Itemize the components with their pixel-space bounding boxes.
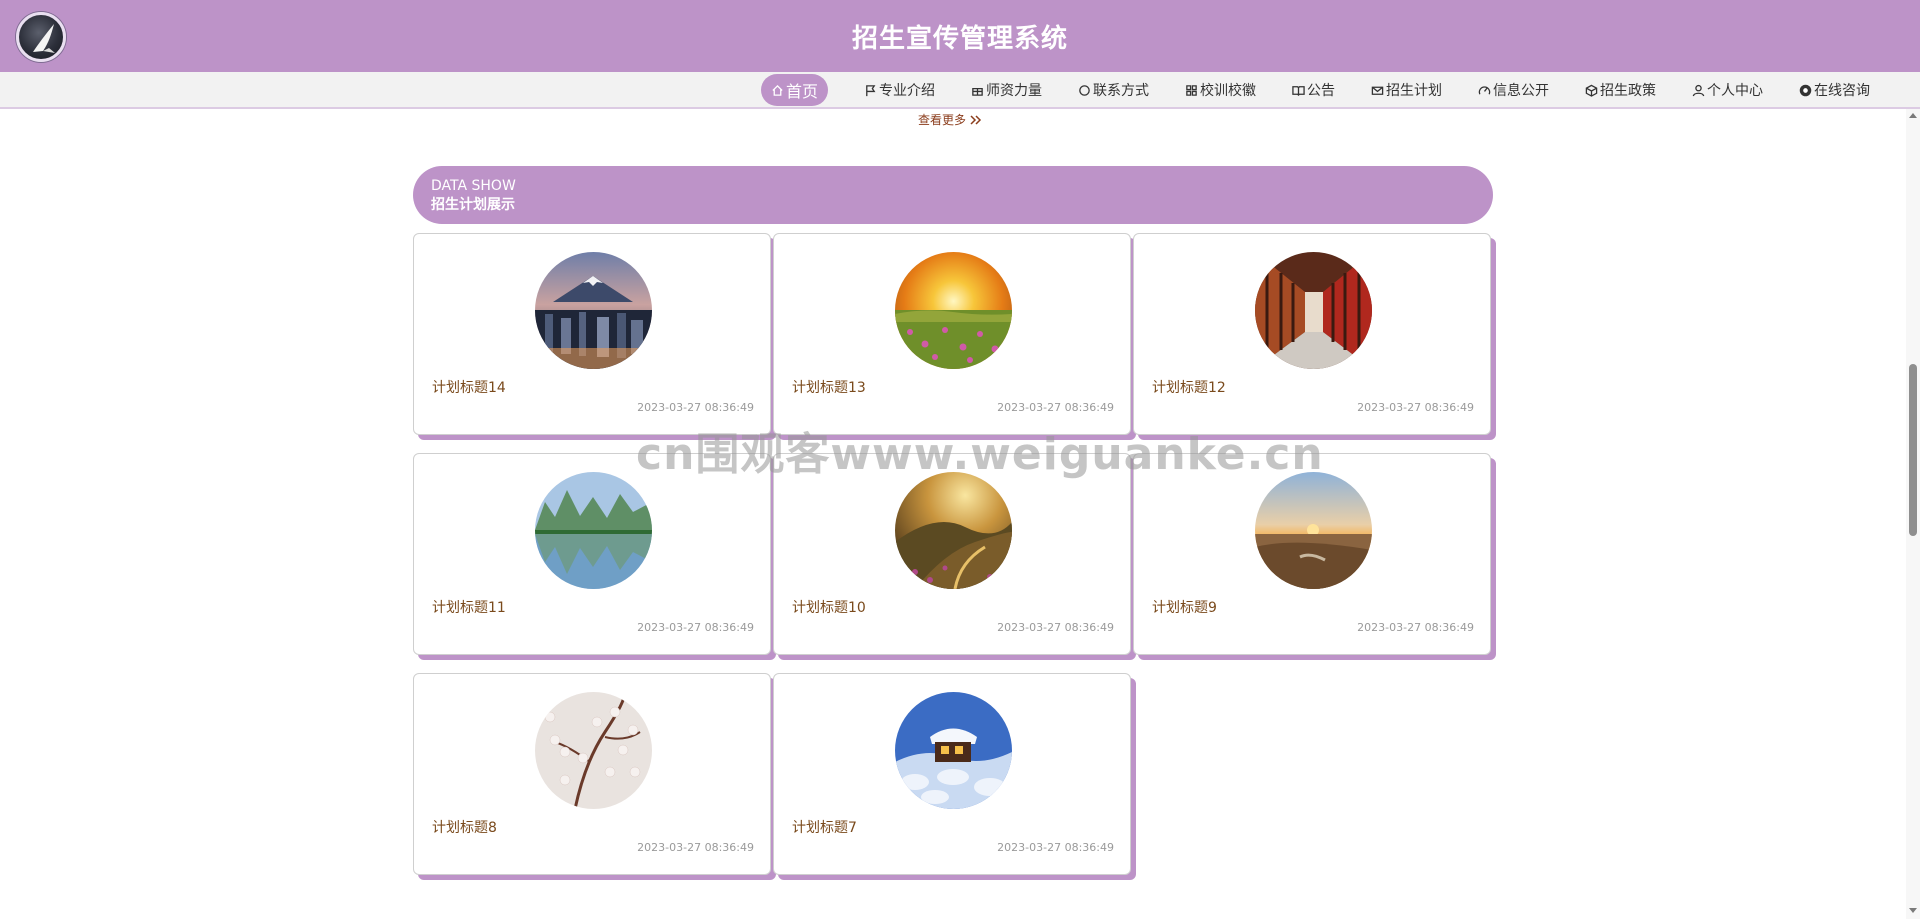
page-scrollbar[interactable] — [1906, 109, 1920, 919]
plan-title[interactable]: 计划标题11 — [432, 597, 506, 617]
plan-title[interactable]: 计划标题12 — [1152, 377, 1226, 397]
scroll-up-icon[interactable] — [1909, 113, 1917, 118]
flag-icon — [866, 84, 876, 96]
nav-label: 专业介绍 — [879, 83, 935, 99]
gift-icon — [972, 87, 983, 96]
corridor-image — [1255, 252, 1372, 369]
sunset-field-image — [895, 252, 1012, 369]
plan-title[interactable]: 计划标题7 — [792, 817, 857, 837]
gauge-icon — [1478, 85, 1491, 94]
grid-icon — [1186, 84, 1197, 96]
plan-time: 2023-03-27 08:36:49 — [637, 621, 754, 634]
nav-item-notice[interactable]: 公告 — [1286, 74, 1341, 106]
snow-cabin-image — [895, 692, 1012, 809]
plan-time: 2023-03-27 08:36:49 — [997, 621, 1114, 634]
plan-card[interactable]: 计划标题11 2023-03-27 08:36:49 — [413, 453, 771, 655]
plan-card[interactable]: 计划标题12 2023-03-27 08:36:49 — [1133, 233, 1491, 435]
section-title-cn: 招生计划展示 — [431, 197, 515, 213]
nav-label: 在线咨询 — [1814, 83, 1870, 99]
nav-label: 联系方式 — [1093, 83, 1149, 99]
scroll-down-icon[interactable] — [1909, 908, 1917, 913]
nav-label: 师资力量 — [986, 83, 1042, 99]
plan-card[interactable]: 计划标题9 2023-03-27 08:36:49 — [1133, 453, 1491, 655]
circle-icon — [1079, 84, 1090, 96]
nav-item-home[interactable]: 首页 — [760, 74, 828, 106]
nav-label: 首页 — [785, 82, 818, 101]
user-icon — [1692, 84, 1705, 96]
nav-menu: 首页 专业介绍 师资力量 联系方式 校训校徽 公告 招生计划 信息公开 招生政策… — [749, 72, 1888, 108]
double-chevron-right-icon — [970, 114, 982, 125]
nav-item-plan[interactable]: 招生计划 — [1365, 74, 1448, 106]
book-icon — [1292, 85, 1305, 96]
cube-icon — [1585, 84, 1598, 97]
nav-item-profile[interactable]: 个人中心 — [1686, 74, 1769, 106]
nav-label: 招生计划 — [1386, 83, 1442, 99]
plan-time: 2023-03-27 08:36:49 — [997, 841, 1114, 854]
plan-card[interactable]: 计划标题10 2023-03-27 08:36:49 — [773, 453, 1131, 655]
mail-icon — [1371, 86, 1384, 95]
plan-title[interactable]: 计划标题8 — [432, 817, 497, 837]
plan-thumbnail[interactable] — [895, 472, 1012, 589]
nav-item-policy[interactable]: 招生政策 — [1579, 74, 1662, 106]
nav-label: 个人中心 — [1707, 83, 1763, 99]
plan-time: 2023-03-27 08:36:49 — [997, 401, 1114, 414]
plan-thumbnail[interactable] — [895, 692, 1012, 809]
plan-card[interactable]: 计划标题13 2023-03-27 08:36:49 — [773, 233, 1131, 435]
golden-valley-image — [895, 472, 1012, 589]
nav-item-disclosure[interactable]: 信息公开 — [1472, 74, 1555, 106]
nav-label: 校训校徽 — [1200, 83, 1256, 99]
nav-label: 信息公开 — [1493, 83, 1549, 99]
plan-thumbnail[interactable] — [535, 472, 652, 589]
scrollbar-thumb[interactable] — [1909, 364, 1917, 536]
plan-card[interactable]: 计划标题7 2023-03-27 08:36:49 — [773, 673, 1131, 875]
view-more-link[interactable]: 查看更多 — [918, 111, 983, 128]
plan-title[interactable]: 计划标题14 — [432, 377, 506, 397]
section-header: DATA SHOW 招生计划展示 — [413, 166, 1493, 224]
nav-item-faculty[interactable]: 师资力量 — [965, 74, 1048, 106]
karst-lake-image — [535, 472, 652, 589]
header: 招生宣传管理系统 — [0, 0, 1920, 72]
plan-thumbnail[interactable] — [1255, 472, 1372, 589]
nav-label: 公告 — [1307, 83, 1335, 99]
section-title-en: DATA SHOW — [431, 178, 516, 194]
nav-item-motto[interactable]: 校训校徽 — [1179, 74, 1262, 106]
plan-time: 2023-03-27 08:36:49 — [1357, 401, 1474, 414]
home-icon — [772, 84, 783, 96]
nav-item-contact[interactable]: 联系方式 — [1072, 74, 1155, 106]
site-title: 招生宣传管理系统 — [851, 24, 1068, 54]
plan-thumbnail[interactable] — [535, 692, 652, 809]
chat-icon — [1799, 84, 1812, 96]
plan-title[interactable]: 计划标题13 — [792, 377, 866, 397]
city-mountain-image — [535, 252, 652, 369]
plan-time: 2023-03-27 08:36:49 — [637, 401, 754, 414]
plan-thumbnail[interactable] — [895, 252, 1012, 369]
view-more-label: 查看更多 — [918, 113, 967, 127]
nav-label: 招生政策 — [1600, 83, 1656, 99]
plan-thumbnail[interactable] — [535, 252, 652, 369]
plan-title[interactable]: 计划标题10 — [792, 597, 866, 617]
plan-title[interactable]: 计划标题9 — [1152, 597, 1217, 617]
desert-sunset-image — [1255, 472, 1372, 589]
nav-item-majors[interactable]: 专业介绍 — [858, 74, 941, 106]
plan-card[interactable]: 计划标题8 2023-03-27 08:36:49 — [413, 673, 771, 875]
plan-card[interactable]: 计划标题14 2023-03-27 08:36:49 — [413, 233, 771, 435]
navbar: 首页 专业介绍 师资力量 联系方式 校训校徽 公告 招生计划 信息公开 招生政策… — [0, 72, 1920, 109]
plan-thumbnail[interactable] — [1255, 252, 1372, 369]
plan-time: 2023-03-27 08:36:49 — [637, 841, 754, 854]
cherry-blossom-image — [535, 692, 652, 809]
plan-time: 2023-03-27 08:36:49 — [1357, 621, 1474, 634]
nav-item-consult[interactable]: 在线咨询 — [1793, 74, 1876, 106]
